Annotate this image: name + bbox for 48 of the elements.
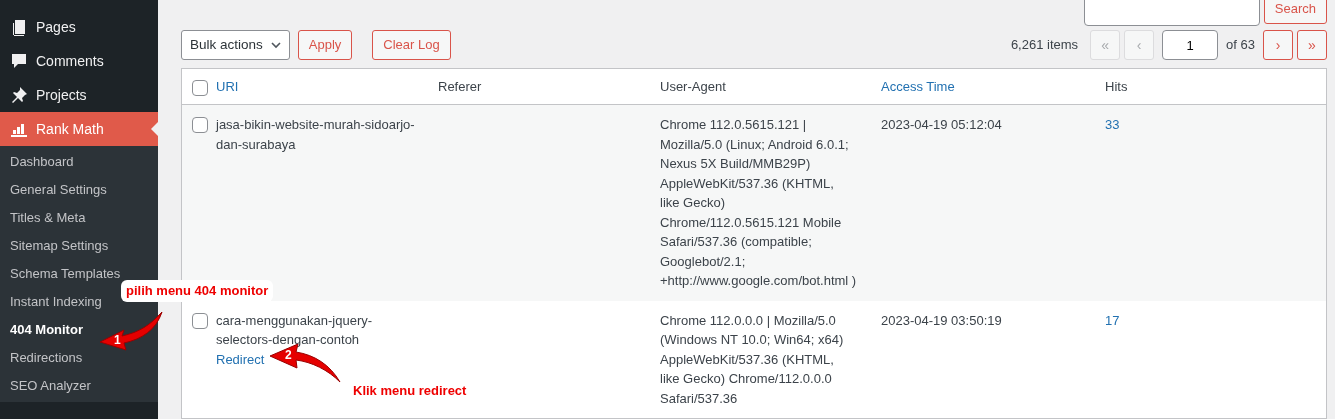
sidebar-item[interactable]: Comments [0, 44, 158, 78]
apply-button[interactable]: Apply [297, 30, 353, 60]
row-checkbox[interactable] [192, 117, 208, 133]
table-cell: 2023-04-19 05:12:04 [881, 117, 1002, 132]
table-cell-text: cara-menggunakan-jquery-selectors-dengan-contoh [216, 311, 374, 349]
chevron-icon [270, 41, 281, 49]
last-page-button[interactable]: » [1297, 30, 1327, 60]
submenu-item[interactable]: Sitemap Settings [0, 232, 119, 260]
sidebar-item[interactable]: Rank Math [0, 112, 158, 146]
pushpin-icon [10, 86, 28, 104]
hits-link[interactable]: 17 [1105, 312, 1120, 328]
pages-icon [10, 18, 28, 36]
item-count: 6,261 items [1010, 36, 1079, 55]
annotation-number: 2 [285, 347, 292, 364]
annotation-label: Klik menu redirect [353, 382, 467, 400]
clear-log-button[interactable]: Clear Log [372, 30, 451, 60]
submenu-item[interactable]: Dashboard [0, 148, 84, 176]
submenu-item[interactable]: Instant Indexing [0, 288, 112, 316]
submenu-item[interactable]: 404 Monitor [0, 316, 93, 344]
hits-link[interactable]: 33 [1105, 117, 1120, 132]
submenu-item[interactable]: Redirections [0, 344, 93, 372]
submenu-item[interactable]: General Settings [0, 176, 117, 204]
annotation-label: pilih menu 404 monitor [121, 280, 274, 302]
next-page-button[interactable]: › [1263, 30, 1293, 60]
column-header: Hits [1105, 78, 1128, 94]
page-number-field[interactable]: 1 [1162, 30, 1219, 60]
table-cell-text: Chrome 112.0.5615.121 | Mozilla/5.0 (Linux; Android 6.0.1; Nexus 5X Build/MMB29P) AppleWebKit/537.36 (KHTML, like Gecko) Chrome/112.0.5615.121 Mobile Safari/537.36 (compatible; Googlebot/2.1; +http://www.google.com/bot.html ) [660, 116, 857, 290]
column-header: Referer [438, 78, 482, 94]
sortable-column-header[interactable]: Access Time [881, 78, 955, 94]
table-cell: 2023-04-19 03:50:19 [881, 312, 1002, 328]
annotation-arrow [99, 311, 163, 351]
sidebar-item[interactable]: Pages [0, 10, 158, 44]
page-total: of 63 [1226, 36, 1255, 55]
select-all-checkbox[interactable] [192, 79, 208, 96]
column-header: User-Agent [660, 78, 726, 94]
row-action-link[interactable]: Redirect [216, 349, 265, 369]
annotation-number: 1 [114, 332, 121, 349]
sidebar-item[interactable]: Projects [0, 78, 158, 112]
sortable-column-header[interactable]: URI [216, 78, 239, 94]
search-field[interactable] [1083, 0, 1260, 26]
submenu-item[interactable]: Titles & Meta [0, 204, 96, 232]
table-cell-text: jasa-bikin-website-murah-sidoarjo-dan-surabaya [216, 116, 416, 154]
table-cell-text: Chrome 112.0.0.0 | Mozilla/5.0 (Windows NT 10.0; Win64; x64) AppleWebKit/537.36 (KHTML, like Gecko) Chrome/112.0.0.0 Safari/537.36 [660, 311, 845, 408]
submenu-item[interactable]: SEO Analyzer [0, 372, 101, 400]
row-checkbox[interactable] [192, 312, 208, 329]
bulk-actions-dropdown[interactable]: Bulk actions [181, 30, 290, 60]
search-button[interactable]: Search [1263, 0, 1327, 24]
speech-bubble-icon [10, 52, 28, 70]
